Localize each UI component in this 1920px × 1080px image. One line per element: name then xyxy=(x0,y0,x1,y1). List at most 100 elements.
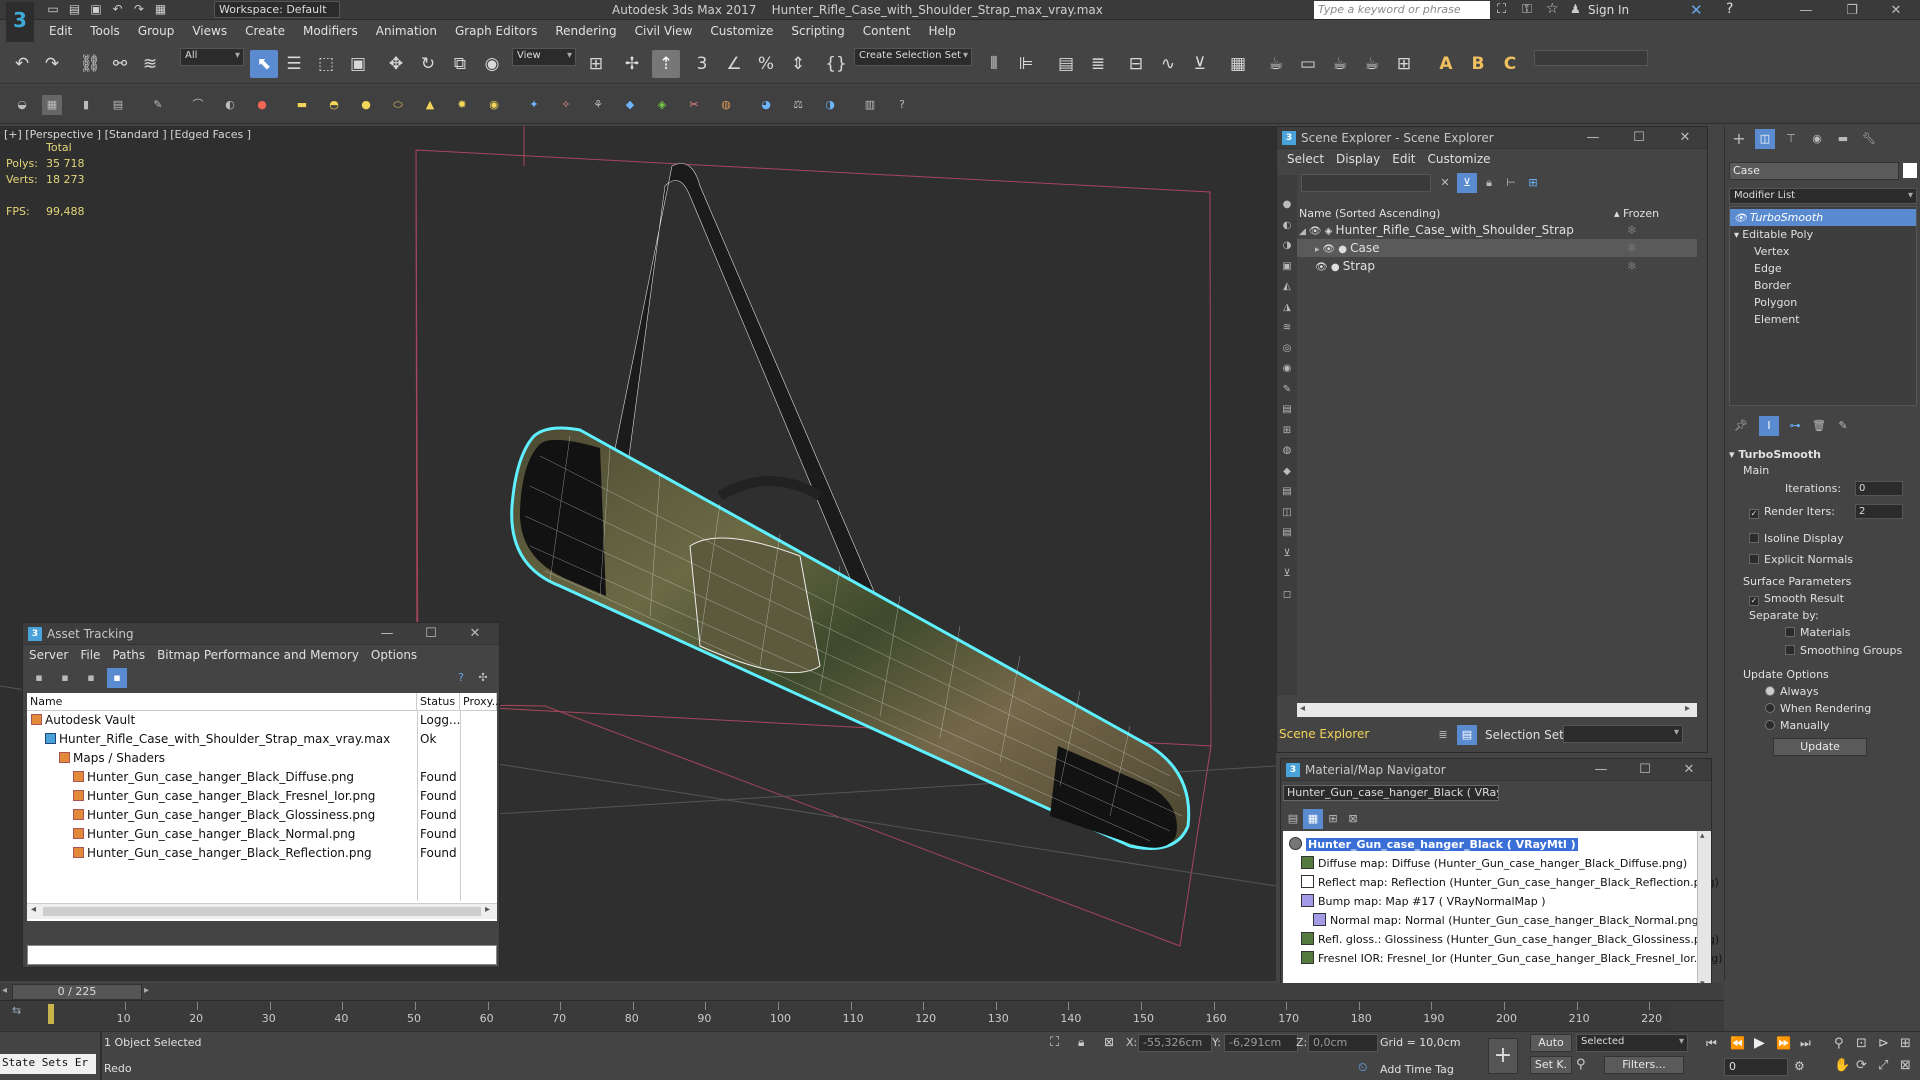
menu-help[interactable]: Help xyxy=(920,24,965,38)
modifier-stack-item[interactable]: Polygon xyxy=(1730,294,1916,311)
set-key-button[interactable]: Set K. xyxy=(1530,1056,1572,1074)
column-header-frozen[interactable]: ▴ Frozen xyxy=(1614,207,1659,220)
decal-icon[interactable]: ◍ xyxy=(716,95,736,115)
menu-group[interactable]: Group xyxy=(129,24,184,38)
modify-tab-icon[interactable]: ◫ xyxy=(1755,129,1775,149)
hierarchy-tab-icon[interactable]: ⊤ xyxy=(1781,129,1801,149)
checkbox-icon[interactable] xyxy=(1749,533,1759,543)
favorites-icon[interactable]: ☆ xyxy=(1546,1,1559,17)
select-manipulate-icon[interactable]: ✢ xyxy=(618,50,646,78)
layer-stack-icon[interactable]: ≣ xyxy=(1433,725,1453,745)
material-tree-item[interactable]: Refl. gloss.: Glossiness (Hunter_Gun_cas… xyxy=(1283,930,1719,949)
menu-edit[interactable]: Edit xyxy=(40,24,81,38)
rectangular-selection-icon[interactable]: ⬚ xyxy=(312,50,340,78)
selection-set-icon[interactable]: ▤ xyxy=(1457,725,1477,745)
modifier-stack-item[interactable]: Element xyxy=(1730,311,1916,328)
modifier-stack-item[interactable]: Border xyxy=(1730,277,1916,294)
asset-menu-server[interactable]: Server xyxy=(23,648,74,662)
checkbox-icon[interactable] xyxy=(1785,645,1795,655)
checkbox-checked-icon[interactable]: ✓ xyxy=(1749,596,1759,606)
edit-named-selection-icon[interactable]: {} xyxy=(822,50,850,78)
display-icon[interactable]: ◑ xyxy=(820,95,840,115)
place-icon[interactable]: ◉ xyxy=(478,50,506,78)
pin-stack-icon[interactable]: 📌︎ xyxy=(1731,416,1751,436)
list-icons-view-icon[interactable]: ▦ xyxy=(1303,809,1323,829)
utilities-tab-icon[interactable]: 🔧︎ xyxy=(1859,129,1879,149)
scene-menu-display[interactable]: Display xyxy=(1330,152,1386,166)
frozen-icon[interactable]: ❄ xyxy=(1627,221,1637,239)
maximize-icon[interactable]: ☐ xyxy=(1617,127,1661,149)
scroll-left-icon[interactable]: ◂ xyxy=(1300,703,1305,714)
selection-set-dropdown[interactable] xyxy=(1563,725,1683,743)
remove-modifier-icon[interactable]: 🗑︎ xyxy=(1809,416,1829,436)
render-iters-checkbox[interactable]: ✓ Render Iters: xyxy=(1749,505,1835,519)
sun-light-icon[interactable]: ✸ xyxy=(452,95,472,115)
show-end-result-icon[interactable]: Ⅰ xyxy=(1759,416,1779,436)
dynamics-icon[interactable]: ✦ xyxy=(524,95,544,115)
iterations-spinner[interactable]: 0 xyxy=(1855,481,1903,496)
checkbox-icon[interactable] xyxy=(1749,554,1759,564)
material-tree-item[interactable]: Normal map: Normal (Hunter_Gun_case_hang… xyxy=(1283,911,1703,930)
small-icons-view-icon[interactable]: ⊞ xyxy=(1323,809,1343,829)
auto-key-button[interactable]: Auto xyxy=(1530,1034,1572,1052)
subscription-icon[interactable]: ⚿ xyxy=(1522,2,1532,17)
radio-icon[interactable] xyxy=(1765,720,1775,730)
asset-tracking-title-bar[interactable]: 3 Asset Tracking — ☐ ✕ xyxy=(23,623,499,645)
viewport-toggle-icon[interactable]: ⊠ xyxy=(1900,1058,1911,1073)
keyboard-shortcut-override-icon[interactable]: ⇡ xyxy=(652,50,680,78)
material-tree-item[interactable]: Hunter_Gun_case_hanger_Black ( VRayMtl ) xyxy=(1283,835,1578,854)
scroll-left-icon[interactable]: ◂ xyxy=(31,904,36,915)
help-circle-icon[interactable]: ? xyxy=(892,95,912,115)
exchange-icon[interactable]: ✕ xyxy=(1690,1,1703,19)
align-icon[interactable]: ⊫ xyxy=(1012,50,1040,78)
scene-menu-edit[interactable]: Edit xyxy=(1386,152,1421,166)
curve-editor-icon[interactable]: ∿ xyxy=(1154,50,1182,78)
frozen-icon[interactable]: ❄ xyxy=(1627,257,1637,275)
materials-checkbox[interactable]: Materials xyxy=(1785,626,1850,639)
snaps-toggle-icon[interactable]: 3 xyxy=(688,50,716,78)
make-unique-icon[interactable]: ⊶ xyxy=(1785,416,1805,436)
add-time-tag-text[interactable]: Add Time Tag xyxy=(1380,1063,1454,1076)
menu-animation[interactable]: Animation xyxy=(367,24,446,38)
modifier-stack-item[interactable]: Edge xyxy=(1730,260,1916,277)
table-row[interactable]: Hunter_Gun_case_hanger_Black_Fresnel_Ior… xyxy=(27,787,497,806)
manually-radio[interactable]: Manually xyxy=(1765,719,1830,732)
restore-icon[interactable]: ❐ xyxy=(1830,0,1874,22)
find-input[interactable] xyxy=(1301,174,1431,192)
asset-menu-paths[interactable]: Paths xyxy=(106,648,151,662)
table-row[interactable]: Hunter_Gun_case_hanger_Black_Normal.png F… xyxy=(27,825,497,844)
view-icon[interactable]: ▪ xyxy=(55,668,75,688)
key-icon[interactable]: ⚲ xyxy=(1576,1057,1586,1072)
table-row[interactable]: Autodesk Vault Logg... xyxy=(27,711,497,730)
always-radio[interactable]: Always xyxy=(1765,685,1819,698)
box-icon[interactable]: ▬ xyxy=(292,95,312,115)
radio-selected-icon[interactable] xyxy=(1765,686,1775,696)
menu-create[interactable]: Create xyxy=(236,24,294,38)
table-row[interactable]: Hunter_Gun_case_hanger_Black_Reflection.… xyxy=(27,844,497,863)
zoom-extents-icon[interactable]: ⊡ xyxy=(1856,1036,1867,1051)
menu-views[interactable]: Views xyxy=(183,24,236,38)
layer-icon[interactable]: ⊞ xyxy=(1523,173,1543,193)
absolute-mode-icon[interactable]: ⊠ xyxy=(1104,1035,1114,1049)
asset-path-field[interactable] xyxy=(27,945,497,965)
scale-icon[interactable]: ⧉ xyxy=(446,50,474,78)
clear-icon[interactable]: ✕ xyxy=(1435,173,1455,193)
project-folder-icon[interactable]: ▦ xyxy=(152,2,170,16)
named-selection-set-dropdown[interactable]: Create Selection Set xyxy=(854,48,972,66)
material-tree-item[interactable]: Reflect map: Reflection (Hunter_Gun_case… xyxy=(1283,873,1719,892)
spinner-snap-icon[interactable]: ⇕ xyxy=(784,50,812,78)
plane-icon[interactable]: ◆ xyxy=(620,95,640,115)
scene-tree-item[interactable]: 👁︎ ● Strap ❄ xyxy=(1297,257,1697,275)
menu-scripting[interactable]: Scripting xyxy=(782,24,853,38)
new-file-icon[interactable]: ▭ xyxy=(44,2,62,16)
toggle-ribbon-icon[interactable]: ⊟ xyxy=(1122,50,1150,78)
set-key-mode-icon[interactable]: + xyxy=(1488,1038,1518,1074)
explicit-normals-checkbox[interactable]: Explicit Normals xyxy=(1749,553,1853,566)
pivot-center-icon[interactable]: ⊞ xyxy=(582,50,610,78)
toolbar-extra-dropdown[interactable] xyxy=(1534,50,1648,66)
minimize-icon[interactable]: — xyxy=(1579,759,1623,781)
render-setup-icon[interactable]: ☕ xyxy=(1262,50,1290,78)
shape-icon[interactable]: ⌒ xyxy=(188,95,208,115)
open-file-icon[interactable]: ▤ xyxy=(66,2,84,16)
undo-icon[interactable]: ↶ xyxy=(109,2,127,16)
